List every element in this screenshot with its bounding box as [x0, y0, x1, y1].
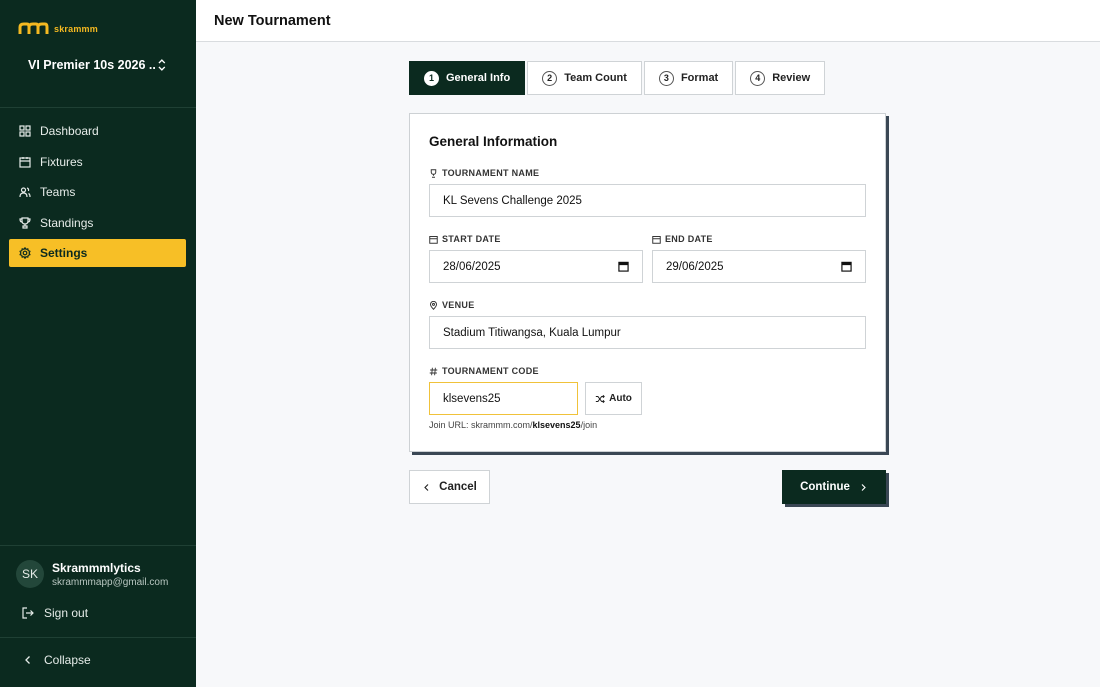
- step-team-count[interactable]: 2 Team Count: [527, 61, 642, 95]
- calendar-picker-icon[interactable]: [841, 261, 852, 272]
- venue-input[interactable]: Stadium Titiwangsa, Kuala Lumpur: [429, 316, 866, 349]
- card-title: General Information: [429, 134, 558, 149]
- sidebar-item-label: Dashboard: [40, 124, 99, 138]
- sidebar-nav: Dashboard Fixtures Teams Standings Setti…: [9, 117, 186, 270]
- hash-icon: [429, 367, 438, 375]
- sign-out-icon: [22, 607, 34, 619]
- auto-generate-code-button[interactable]: Auto: [585, 382, 642, 415]
- chevron-right-icon: [861, 483, 866, 491]
- step-review[interactable]: 4 Review: [735, 61, 826, 95]
- trophy-icon: [430, 168, 437, 178]
- venue-label: VENUE: [429, 300, 475, 310]
- grid-icon: [19, 125, 31, 137]
- start-date-input[interactable]: 28/06/2025: [429, 250, 643, 283]
- step-number: 4: [750, 70, 766, 86]
- step-number: 1: [424, 70, 439, 86]
- sidebar-item-teams[interactable]: Teams: [9, 178, 186, 206]
- cancel-button[interactable]: Cancel: [409, 470, 490, 504]
- sidebar-item-label: Fixtures: [40, 154, 83, 169]
- sidebar: skrammm VI Premier 10s 2026 ... Dashboar…: [0, 0, 196, 687]
- org-switcher[interactable]: VI Premier 10s 2026 ...: [14, 52, 182, 78]
- continue-button[interactable]: Continue: [782, 470, 886, 504]
- sign-out-label: Sign out: [44, 606, 89, 620]
- collapse-button[interactable]: Collapse: [22, 653, 91, 667]
- user-email: skrammmapp@gmail.com: [52, 576, 169, 588]
- step-label: General Info: [446, 72, 511, 84]
- chevron-left-icon: [424, 483, 429, 491]
- tournament-code-input[interactable]: klsevens25: [429, 382, 578, 415]
- calendar-icon: [652, 235, 661, 244]
- sidebar-item-dashboard[interactable]: Dashboard: [9, 117, 186, 145]
- step-format[interactable]: 3 Format: [643, 61, 734, 95]
- start-date-label: START DATE: [429, 234, 501, 244]
- sidebar-item-label: Standings: [40, 215, 94, 230]
- user-profile[interactable]: SK Skrammmlytics skrammmapp@gmail.com: [16, 560, 168, 588]
- tournament-code-label: TOURNAMENT CODE: [429, 366, 539, 376]
- wizard-stepper: 1 General Info 2 Team Count 3 Format 4 R…: [409, 61, 826, 95]
- gear-icon: [19, 247, 31, 260]
- sidebar-divider: [0, 545, 196, 546]
- step-general-info[interactable]: 1 General Info: [409, 61, 526, 95]
- sidebar-item-label: Teams: [40, 185, 76, 200]
- users-icon: [19, 187, 31, 198]
- calendar-icon: [429, 235, 438, 244]
- general-info-card: General Information TOURNAMENT NAME KL S…: [409, 113, 886, 452]
- step-label: Format: [680, 72, 719, 84]
- logo-text: skrammm: [54, 24, 98, 34]
- sidebar-item-standings[interactable]: Standings: [9, 209, 186, 237]
- avatar: SK: [16, 560, 44, 588]
- end-date-input[interactable]: 29/06/2025: [652, 250, 866, 283]
- chevron-left-icon: [25, 656, 30, 664]
- tournament-name-label: TOURNAMENT NAME: [429, 168, 539, 178]
- page-title: New Tournament: [214, 13, 331, 29]
- end-date-label: END DATE: [652, 234, 713, 244]
- org-name: VI Premier 10s 2026 ...: [28, 58, 157, 72]
- calendar-icon: [19, 156, 31, 168]
- page-header: New Tournament: [196, 0, 1100, 42]
- logo[interactable]: skrammm: [18, 20, 98, 38]
- trophy-icon: [19, 217, 31, 229]
- map-pin-icon: [430, 300, 437, 310]
- calendar-picker-icon[interactable]: [618, 261, 629, 272]
- chevron-up-down-icon: [158, 59, 166, 71]
- shuffle-icon: [595, 394, 605, 403]
- tournament-name-input[interactable]: KL Sevens Challenge 2025: [429, 184, 866, 217]
- sidebar-divider: [0, 637, 196, 638]
- sign-out-button[interactable]: Sign out: [22, 606, 88, 620]
- step-label: Team Count: [564, 72, 627, 84]
- step-number: 3: [658, 70, 674, 86]
- sidebar-item-fixtures[interactable]: Fixtures: [9, 148, 186, 176]
- step-number: 2: [542, 70, 558, 86]
- logo-mark-icon: [18, 22, 49, 34]
- join-url-hint: Join URL: skrammm.com/klsevens25/join: [429, 420, 598, 430]
- sidebar-item-settings[interactable]: Settings: [9, 239, 186, 268]
- sidebar-divider: [0, 107, 196, 108]
- sidebar-item-label: Settings: [40, 246, 88, 261]
- step-label: Review: [772, 72, 811, 84]
- collapse-label: Collapse: [44, 653, 91, 667]
- user-name: Skrammmlytics: [52, 560, 141, 575]
